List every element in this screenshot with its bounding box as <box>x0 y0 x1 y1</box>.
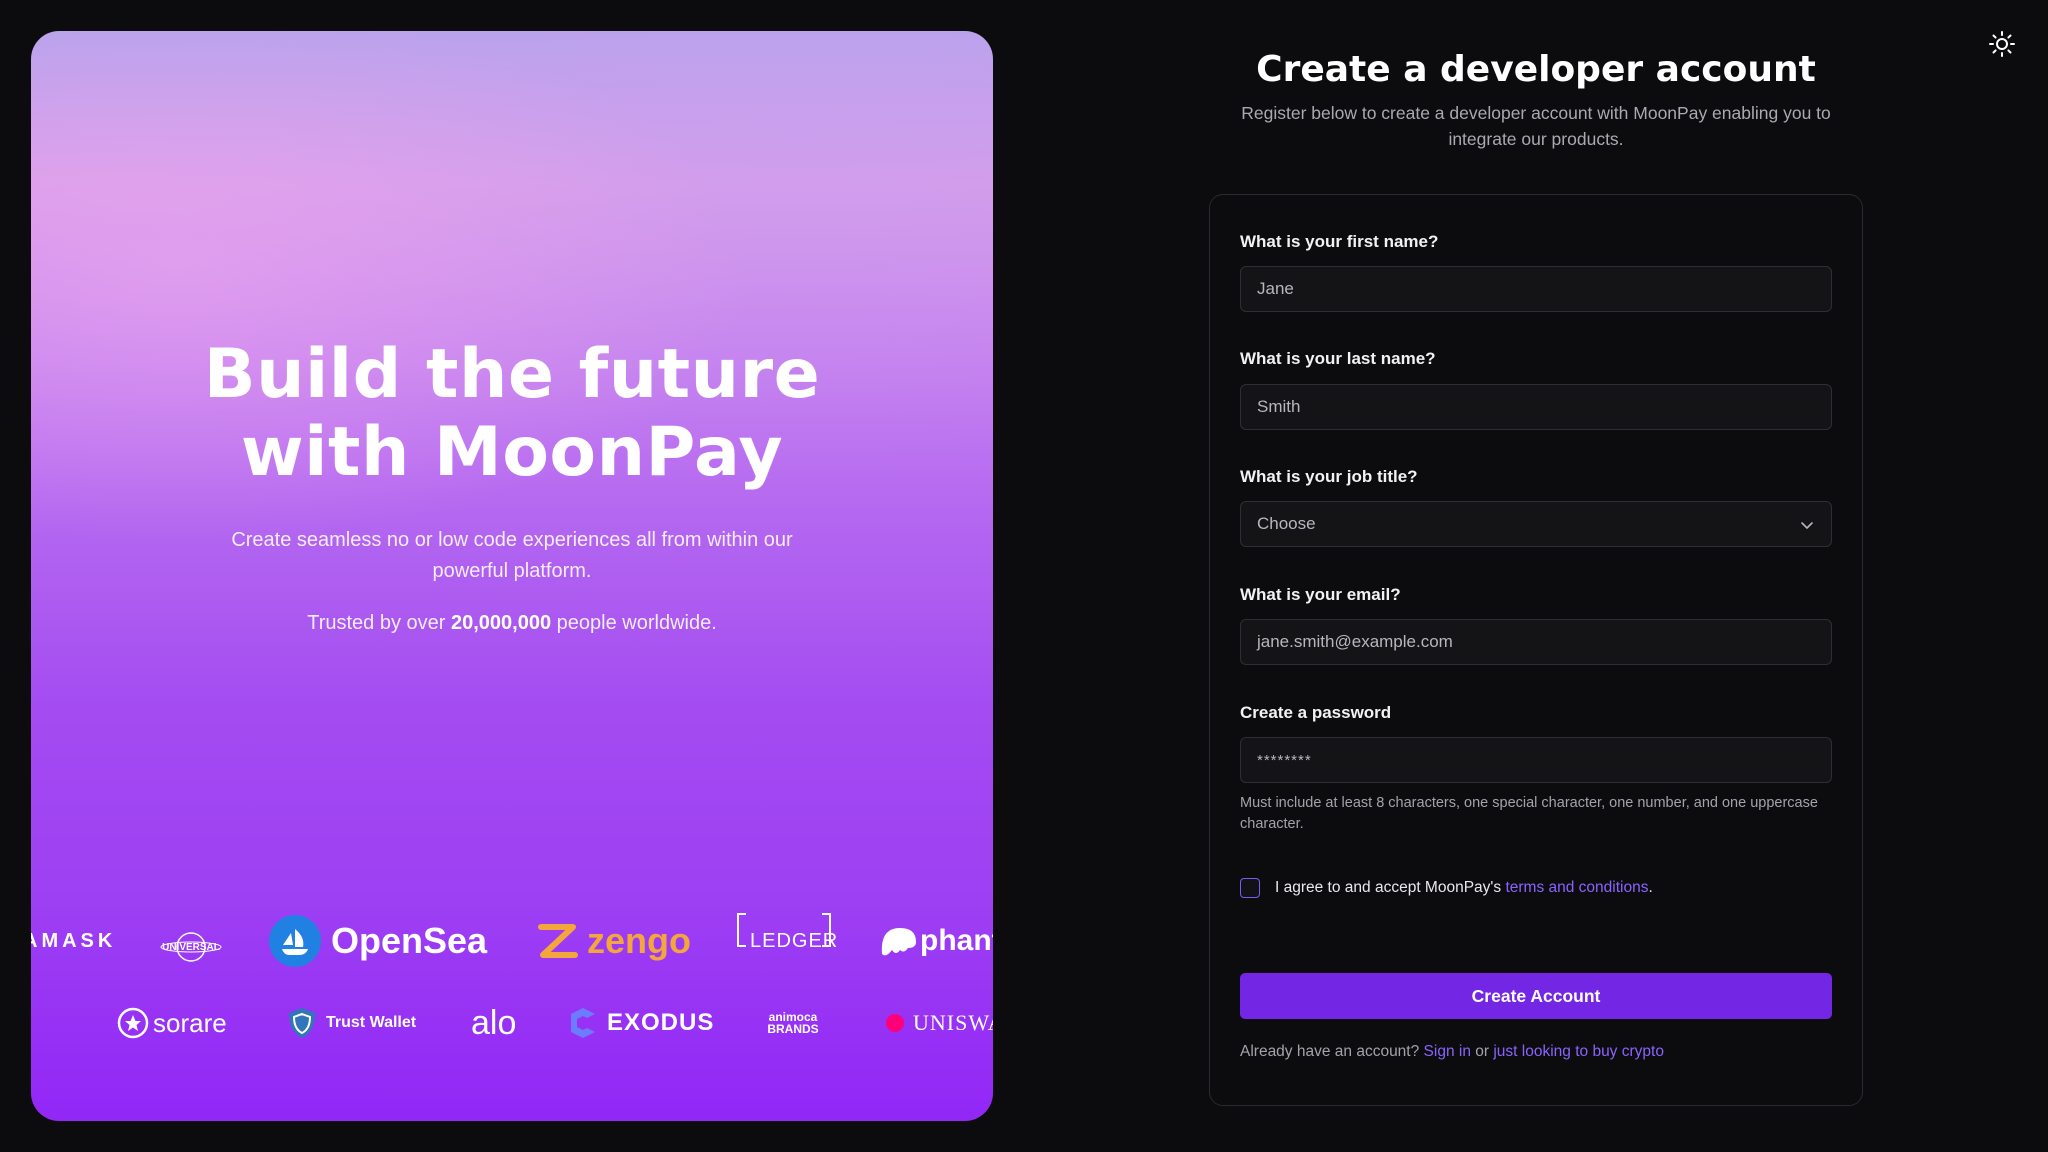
first-name-input[interactable]: Jane <box>1240 266 1832 312</box>
terms-prefix: I agree to and accept MoonPay's <box>1275 879 1506 896</box>
partner-logo-opensea: OpenSea <box>269 915 487 967</box>
partner-name: UNIVERSAL <box>162 941 220 953</box>
partner-logo-universal: UNIVERSAL <box>159 930 223 962</box>
password-label: Create a password <box>1240 703 1392 722</box>
unicorn-icon <box>886 1014 904 1032</box>
sorare-icon <box>117 1007 149 1039</box>
partner-logo-sorare: sorare <box>117 1007 227 1039</box>
job-title-value: Choose <box>1257 514 1316 533</box>
last-name-input[interactable]: Smith <box>1240 384 1832 430</box>
partner-logo-alo: alo <box>471 1004 516 1043</box>
partner-logo-zengo: zengo <box>535 920 691 962</box>
partner-name: EXODUS <box>607 1009 715 1036</box>
terms-text: I agree to and accept MoonPay's terms an… <box>1275 879 1653 897</box>
page-description: Register below to create a developer acc… <box>1241 103 1831 149</box>
exodus-icon <box>571 1008 595 1038</box>
trust-suffix: people worldwide. <box>551 612 717 634</box>
partner-logos-row-2: sorare Trust Wallet alo EXODUS animoca B… <box>31 993 993 1053</box>
signin-middle: or <box>1470 1043 1494 1060</box>
password-hint: Must include at least 8 characters, one … <box>1240 795 1818 832</box>
page-title: Create a developer account <box>1256 49 1816 90</box>
partner-logo-phantom: phant <box>878 924 993 958</box>
email-label: What is your email? <box>1240 585 1401 604</box>
terms-checkbox[interactable] <box>1240 878 1260 898</box>
last-name-value: Smith <box>1257 397 1301 416</box>
opensea-icon <box>269 915 321 967</box>
first-name-label: What is your first name? <box>1240 232 1439 251</box>
signin-line: Already have an account? Sign in or just… <box>1240 1043 1664 1061</box>
partner-name: OpenSea <box>331 920 488 961</box>
partner-name: AMASK <box>31 929 117 952</box>
partner-name: Trust Wallet <box>326 1014 417 1031</box>
trust-prefix: Trusted by over <box>307 612 451 634</box>
partner-name: animoca BRANDS <box>767 1010 819 1036</box>
sign-in-link[interactable]: Sign in <box>1424 1043 1471 1060</box>
partner-name: UNISWA <box>913 1010 993 1035</box>
partner-name: zengo <box>587 920 691 961</box>
hero-subtitle: Create seamless no or low code experienc… <box>231 529 793 582</box>
ledger-bracket-icon <box>737 912 831 947</box>
partner-name: sorare <box>153 1007 227 1038</box>
partner-logo-exodus: EXODUS <box>567 1008 714 1038</box>
hero-panel: Build the future with MoonPay Create sea… <box>31 31 993 1121</box>
job-title-select[interactable]: Choose <box>1240 501 1832 547</box>
zengo-icon <box>538 924 578 958</box>
sun-icon[interactable] <box>1988 30 2016 58</box>
last-name-label: What is your last name? <box>1240 349 1436 368</box>
trust-count: 20,000,000 <box>451 612 552 634</box>
chevron-down-icon <box>1801 522 1813 529</box>
terms-suffix: . <box>1648 879 1653 896</box>
password-input[interactable]: ******** <box>1240 737 1832 783</box>
partner-logo-metamask: AMASK <box>31 930 116 953</box>
partner-logo-uniswap: UNISWA <box>883 1010 993 1036</box>
hero-trust-line: Trusted by over 20,000,000 people worldw… <box>31 609 993 637</box>
partner-logo-ledger: LEDGER <box>736 912 838 953</box>
signin-prefix: Already have an account? <box>1240 1043 1424 1060</box>
partner-logos-row-1: AMASK UNIVERSAL OpenSea zengo LEDGER pha… <box>31 911 993 971</box>
shield-icon <box>289 1008 315 1038</box>
hero-title: Build the future with MoonPay <box>203 335 821 492</box>
partner-logo-trust-wallet: Trust Wallet <box>286 1006 416 1040</box>
partner-name: alo <box>471 1003 517 1042</box>
email-input[interactable]: jane.smith@example.com <box>1240 619 1832 665</box>
create-account-button[interactable]: Create Account <box>1240 973 1832 1019</box>
email-value: jane.smith@example.com <box>1257 632 1453 651</box>
terms-link[interactable]: terms and conditions <box>1505 879 1648 896</box>
partner-logo-animoca: animoca BRANDS <box>763 1011 823 1035</box>
first-name-value: Jane <box>1257 279 1294 298</box>
terms-agreement: I agree to and accept MoonPay's terms an… <box>1240 878 1653 898</box>
phantom-ghost-icon <box>881 928 916 956</box>
password-value: ******** <box>1257 751 1312 769</box>
job-title-label: What is your job title? <box>1240 467 1418 486</box>
partner-name: phant <box>920 924 993 957</box>
buy-crypto-link[interactable]: just looking to buy crypto <box>1493 1043 1664 1060</box>
